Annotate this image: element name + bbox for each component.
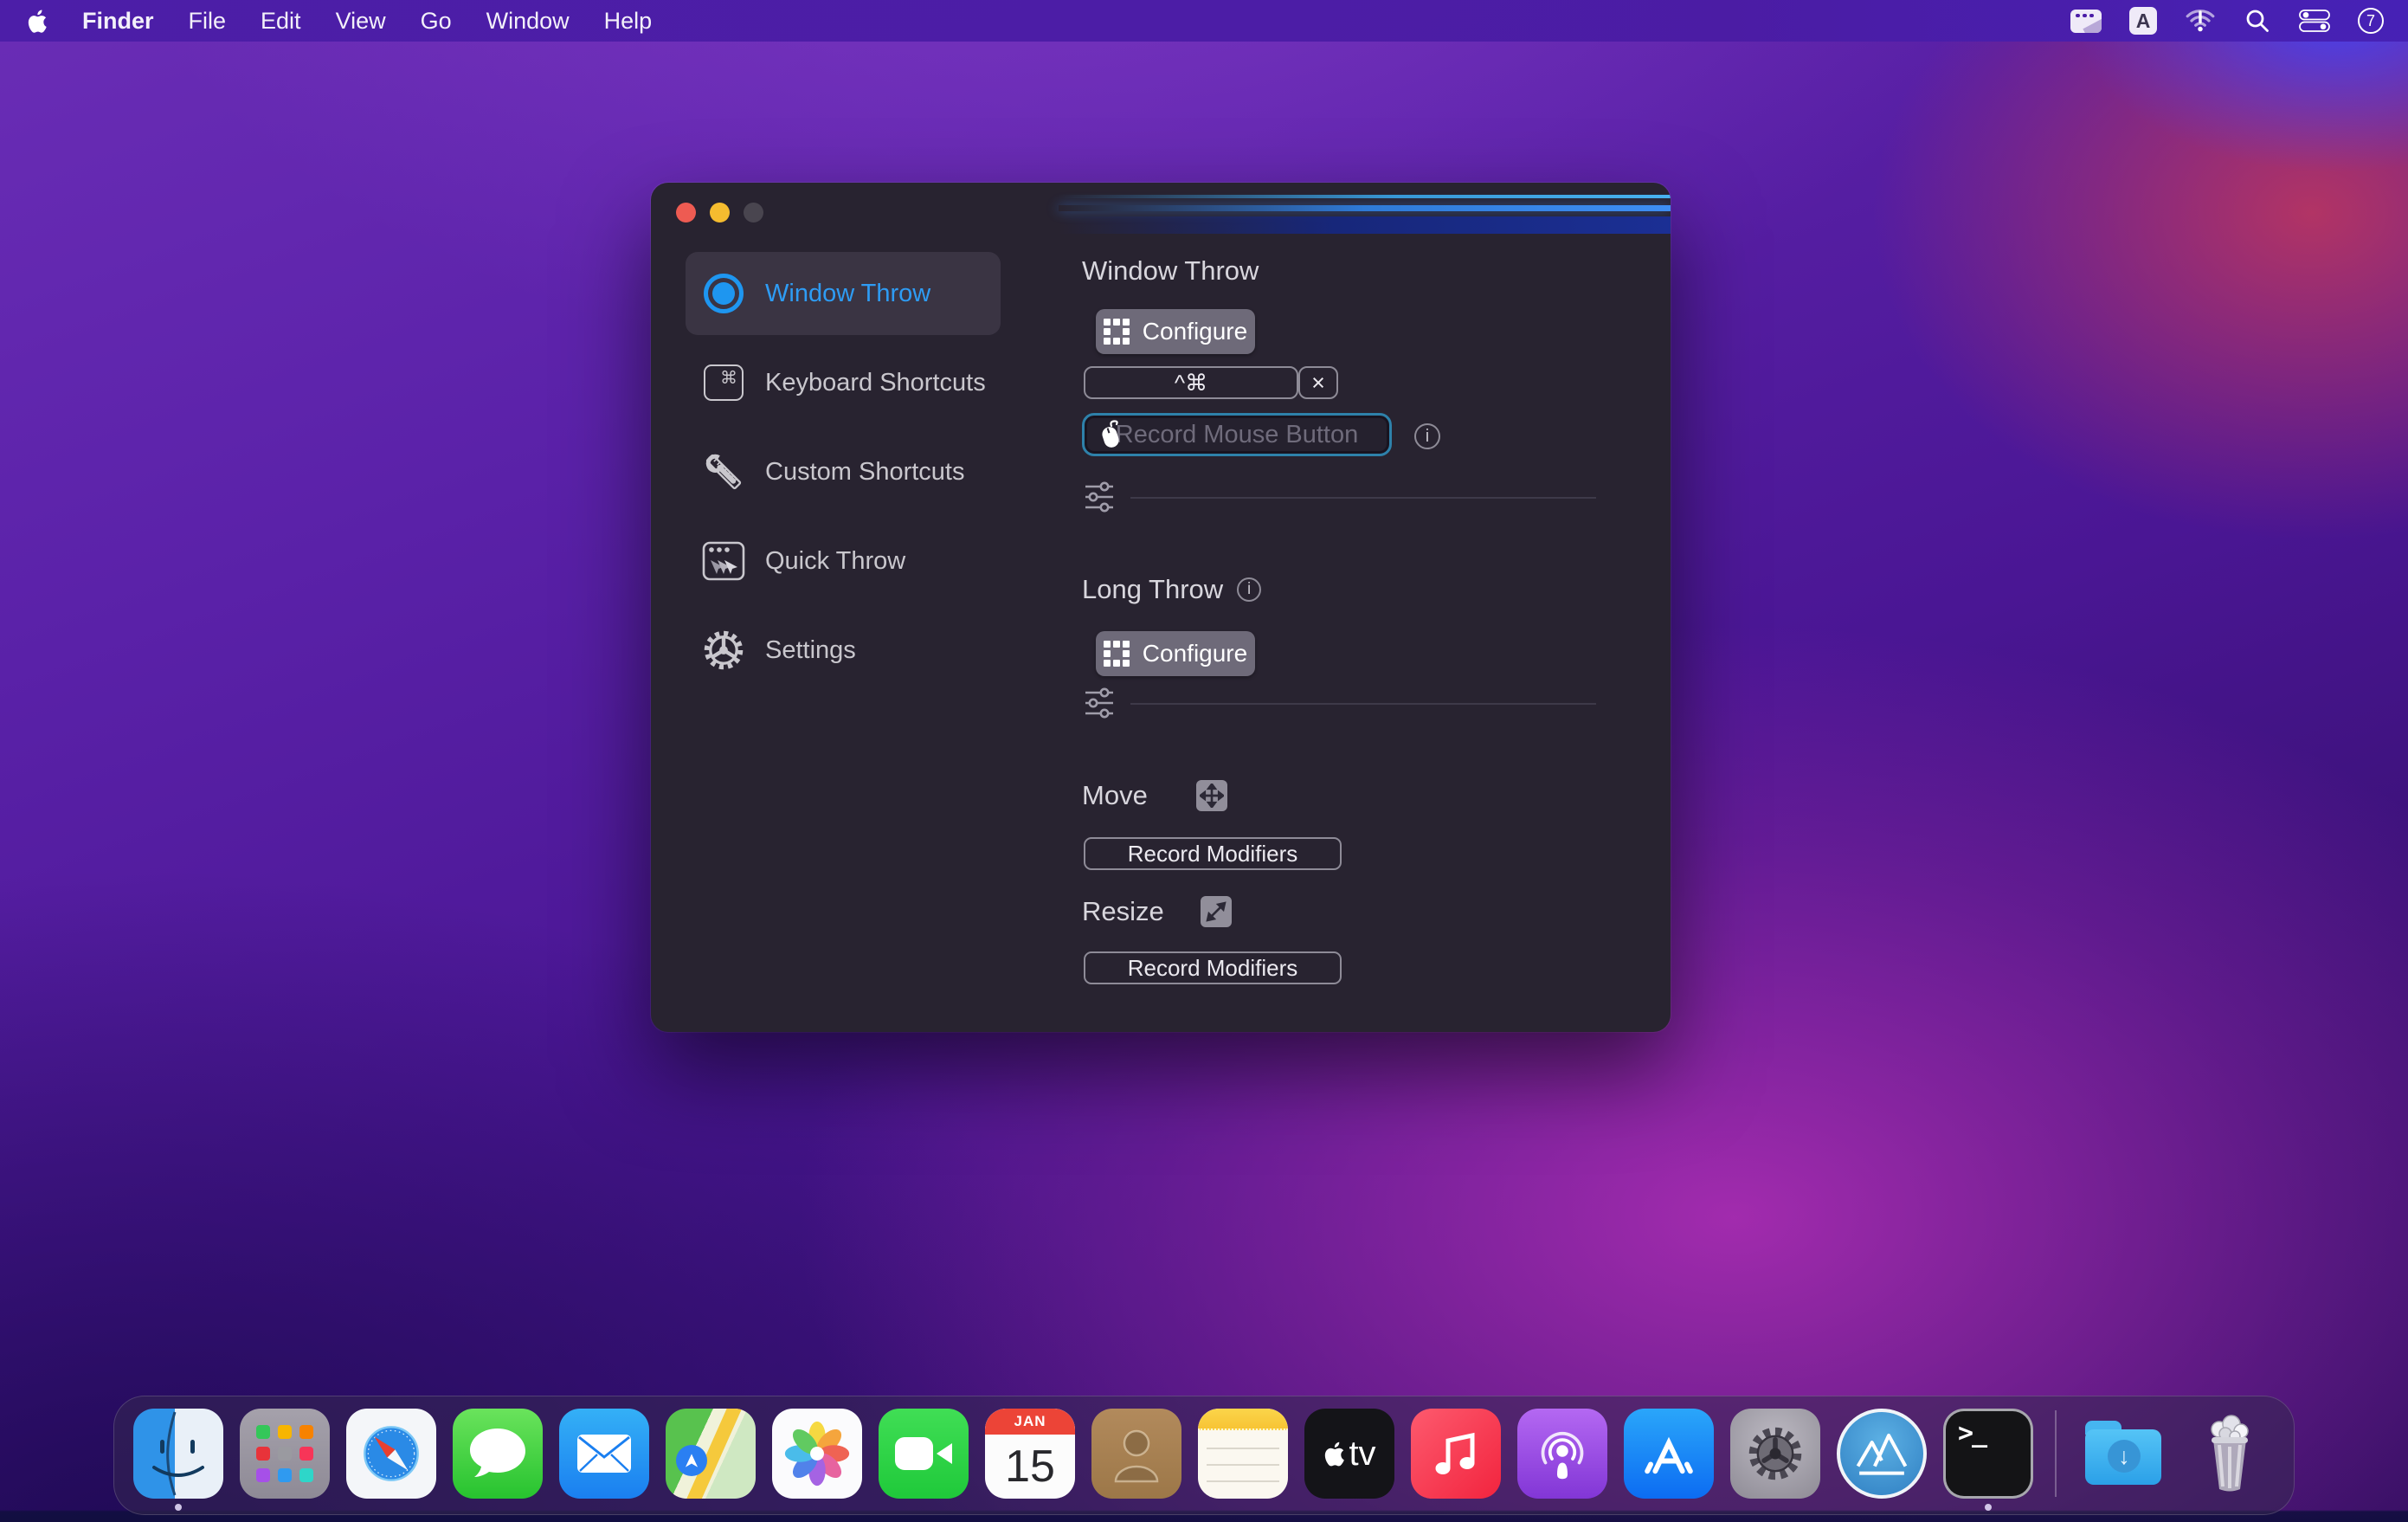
clock-icon[interactable]: 7 bbox=[2358, 8, 2384, 34]
section-divider bbox=[1130, 703, 1596, 705]
sidebar-item-window-throw[interactable]: Window Throw bbox=[686, 252, 1001, 335]
gear-icon bbox=[699, 629, 748, 672]
menu-bar: Finder File Edit View Go Window Help A 7 bbox=[0, 0, 2408, 42]
resize-title: Resize bbox=[1082, 896, 1164, 927]
terminal-prompt: >_ bbox=[1958, 1418, 1986, 1448]
apple-tv-label: tv bbox=[1349, 1435, 1375, 1474]
menu-bar-left: Finder File Edit View Go Window Help bbox=[0, 8, 652, 35]
sidebar: Window Throw ⌘ Keyboard Shortcuts Custom… bbox=[686, 252, 1001, 698]
menu-file[interactable]: File bbox=[189, 8, 227, 35]
download-arrow-icon: ↓ bbox=[2108, 1440, 2141, 1473]
close-button[interactable] bbox=[676, 203, 696, 222]
dock: JAN15 tv >_ ↓ bbox=[113, 1396, 2295, 1515]
mosaic-preferences-window: Window Throw ⌘ Keyboard Shortcuts Custom… bbox=[651, 183, 1671, 1032]
dock-icon-music[interactable] bbox=[1411, 1409, 1501, 1499]
mosaic-window-icon[interactable] bbox=[2070, 10, 2102, 33]
resize-diagonal-icon bbox=[1201, 896, 1232, 927]
record-mouse-placeholder: Record Mouse Button bbox=[1116, 421, 1358, 449]
menu-bar-status: A 7 bbox=[2070, 7, 2408, 35]
menu-edit[interactable]: Edit bbox=[261, 8, 301, 35]
sidebar-item-quick-throw[interactable]: Quick Throw bbox=[686, 519, 1001, 603]
dock-icon-photos[interactable] bbox=[772, 1409, 862, 1499]
sidebar-item-label: Custom Shortcuts bbox=[765, 458, 964, 487]
dock-icon-maps[interactable] bbox=[666, 1409, 756, 1499]
sidebar-item-label: Keyboard Shortcuts bbox=[765, 369, 986, 397]
grid-icon bbox=[1104, 319, 1130, 345]
dock-icon-notes[interactable] bbox=[1198, 1409, 1288, 1499]
dock-icon-facetime[interactable] bbox=[879, 1409, 969, 1499]
long-throw-configure-button[interactable]: Configure bbox=[1096, 631, 1255, 676]
grid-icon bbox=[1104, 641, 1130, 667]
sliders-icon[interactable] bbox=[1084, 480, 1115, 518]
window-cursors-icon bbox=[699, 541, 748, 581]
move-record-modifiers-button[interactable]: Record Modifiers bbox=[1084, 837, 1342, 870]
window-throw-title: Window Throw bbox=[1082, 255, 1259, 287]
content-pane: Window Throw Configure ^⌘ × Record Mouse… bbox=[1082, 183, 1653, 1032]
menu-view[interactable]: View bbox=[336, 8, 386, 35]
dock-icon-system-preferences[interactable] bbox=[1730, 1409, 1820, 1499]
mouse-icon bbox=[1098, 419, 1124, 450]
zoom-button-disabled[interactable] bbox=[744, 203, 763, 222]
dock-icon-mosaic[interactable] bbox=[1837, 1409, 1927, 1499]
window-throw-shortcut-field[interactable]: ^⌘ bbox=[1084, 366, 1298, 399]
shortcut-clear-button[interactable]: × bbox=[1298, 366, 1338, 399]
menu-go[interactable]: Go bbox=[421, 8, 452, 35]
clear-x-icon: × bbox=[1311, 370, 1325, 397]
dock-icon-trash[interactable] bbox=[2185, 1409, 2275, 1499]
wifi-alert-icon[interactable] bbox=[2185, 7, 2216, 35]
sidebar-item-label: Window Throw bbox=[765, 280, 930, 308]
dock-icon-safari[interactable] bbox=[346, 1409, 436, 1499]
dock-icon-contacts[interactable] bbox=[1091, 1409, 1181, 1499]
calendar-day: 15 bbox=[985, 1435, 1075, 1499]
dock-icon-app-store[interactable] bbox=[1624, 1409, 1714, 1499]
sidebar-item-label: Settings bbox=[765, 636, 856, 665]
dock-icon-terminal[interactable]: >_ bbox=[1943, 1409, 2033, 1499]
section-divider bbox=[1130, 497, 1596, 499]
ruler-wrench-icon bbox=[699, 450, 748, 493]
window-throw-configure-button[interactable]: Configure bbox=[1096, 309, 1255, 354]
control-center-icon[interactable] bbox=[2299, 10, 2330, 32]
move-arrows-icon bbox=[1196, 780, 1227, 811]
sidebar-item-settings[interactable]: Settings bbox=[686, 609, 1001, 692]
minimize-button[interactable] bbox=[710, 203, 730, 222]
info-icon[interactable]: i bbox=[1414, 423, 1440, 449]
dock-icon-apple-tv[interactable]: tv bbox=[1304, 1409, 1394, 1499]
dock-icon-downloads[interactable]: ↓ bbox=[2078, 1409, 2168, 1499]
sidebar-item-label: Quick Throw bbox=[765, 547, 905, 576]
sidebar-item-keyboard-shortcuts[interactable]: ⌘ Keyboard Shortcuts bbox=[686, 341, 1001, 424]
dock-icon-calendar[interactable]: JAN15 bbox=[985, 1409, 1075, 1499]
command-key-icon: ⌘ bbox=[699, 364, 748, 401]
calendar-month: JAN bbox=[985, 1409, 1075, 1435]
move-title: Move bbox=[1082, 780, 1148, 811]
menu-help[interactable]: Help bbox=[604, 8, 653, 35]
dock-icon-launchpad[interactable] bbox=[240, 1409, 330, 1499]
apple-menu-icon[interactable] bbox=[26, 9, 48, 34]
shortcut-value: ^⌘ bbox=[1175, 370, 1207, 397]
sidebar-item-custom-shortcuts[interactable]: Custom Shortcuts bbox=[686, 430, 1001, 513]
input-source-icon[interactable]: A bbox=[2129, 7, 2157, 35]
record-mouse-button-field[interactable]: Record Mouse Button bbox=[1082, 413, 1392, 456]
spotlight-search-icon[interactable] bbox=[2244, 7, 2271, 35]
long-throw-title: Long Throw bbox=[1082, 574, 1223, 605]
target-ring-icon bbox=[699, 274, 748, 313]
resize-record-modifiers-button[interactable]: Record Modifiers bbox=[1084, 951, 1342, 984]
menu-finder[interactable]: Finder bbox=[82, 8, 154, 35]
dock-icon-finder[interactable] bbox=[133, 1409, 223, 1499]
dock-icon-podcasts[interactable] bbox=[1517, 1409, 1607, 1499]
long-throw-info-icon[interactable]: i bbox=[1237, 577, 1261, 602]
menu-window[interactable]: Window bbox=[486, 8, 570, 35]
dock-separator bbox=[2055, 1410, 2057, 1497]
dock-icon-messages[interactable] bbox=[453, 1409, 543, 1499]
dock-icon-mail[interactable] bbox=[559, 1409, 649, 1499]
sliders-icon[interactable] bbox=[1084, 687, 1115, 724]
